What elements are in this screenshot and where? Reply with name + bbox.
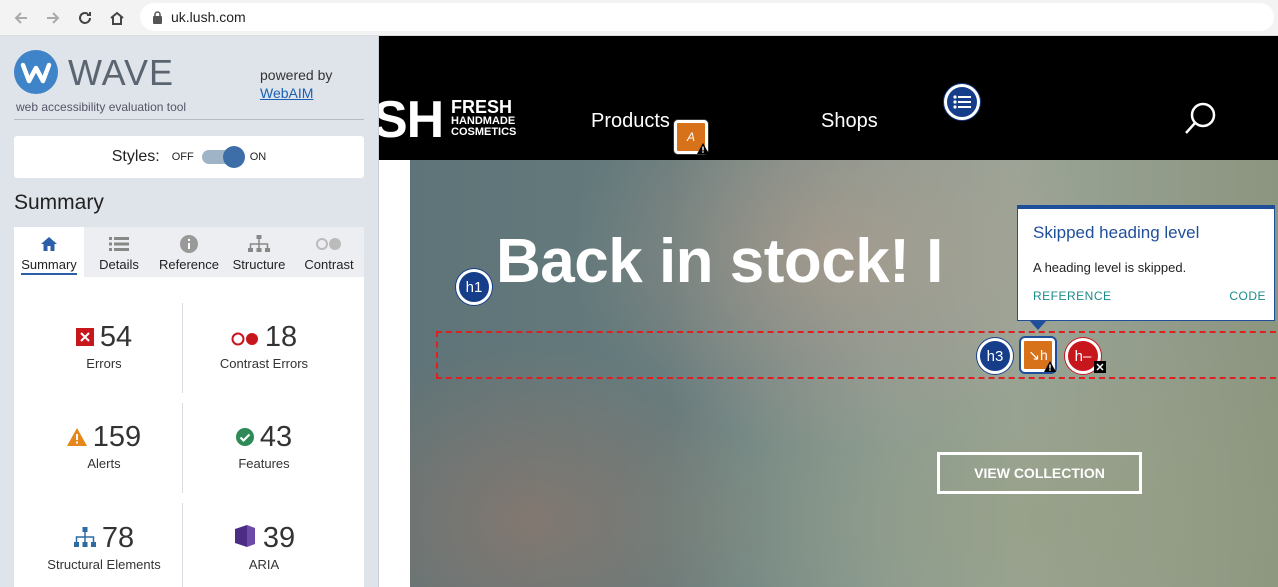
nav-products[interactable]: Products bbox=[591, 110, 670, 133]
structure-icon bbox=[73, 522, 96, 555]
styles-toggle[interactable] bbox=[201, 146, 245, 168]
divider bbox=[14, 119, 364, 120]
tab-details[interactable]: Details bbox=[84, 227, 154, 277]
stat-structural[interactable]: 78 Structural Elements bbox=[24, 522, 184, 572]
tab-label: Details bbox=[99, 257, 139, 272]
stat-errors[interactable]: 54 Errors bbox=[24, 321, 184, 371]
wave-tooltip: Skipped heading level A heading level is… bbox=[1017, 205, 1275, 321]
wave-sidebar: WAVE web accessibility evaluation tool p… bbox=[0, 36, 379, 587]
contrast-errors-label: Contrast Errors bbox=[219, 356, 309, 371]
list-icon bbox=[109, 234, 129, 254]
alert-icon bbox=[66, 421, 87, 454]
hero-title: Back in stock! I bbox=[496, 227, 943, 296]
aria-label: ARIA bbox=[248, 557, 280, 572]
structure-icon bbox=[248, 234, 270, 254]
tooltip-code-link[interactable]: CODE bbox=[1229, 289, 1266, 303]
contrast-errors-count: 18 bbox=[264, 321, 298, 353]
toggle-off-label: OFF bbox=[171, 151, 194, 163]
stat-aria[interactable]: 39 ARIA bbox=[184, 522, 344, 572]
site-logo[interactable]: SH bbox=[379, 90, 444, 150]
empty-heading-outline bbox=[436, 331, 1278, 379]
tab-structure[interactable]: Structure bbox=[224, 227, 294, 277]
tooltip-title: Skipped heading level bbox=[1033, 223, 1200, 242]
tab-label: Structure bbox=[232, 257, 286, 272]
lock-icon bbox=[152, 10, 163, 24]
features-count: 43 bbox=[259, 421, 293, 453]
tab-summary[interactable]: Summary bbox=[14, 227, 84, 277]
wave-tagline: web accessibility evaluation tool bbox=[16, 100, 187, 114]
styles-label: Styles: bbox=[111, 148, 160, 165]
nav-shops[interactable]: Shops bbox=[821, 110, 878, 133]
stat-alerts[interactable]: 159 Alerts bbox=[24, 421, 184, 471]
structural-label: Structural Elements bbox=[47, 557, 161, 572]
home-icon[interactable] bbox=[106, 7, 128, 29]
logo-tagline: FRESH HANDMADE COSMETICS bbox=[451, 98, 516, 138]
search-icon[interactable] bbox=[1184, 102, 1216, 141]
website-content: SH FRESH HANDMADE COSMETICS Products Sho… bbox=[379, 36, 1278, 587]
browser-toolbar: uk.lush.com bbox=[0, 0, 1278, 36]
summary-panel: Summary Details Reference Structure Cont… bbox=[14, 227, 364, 587]
skipped-heading-badge[interactable]: ↘h bbox=[1021, 338, 1056, 375]
alerts-count: 159 bbox=[92, 421, 142, 453]
error-icon bbox=[75, 321, 94, 354]
back-arrow-icon[interactable] bbox=[10, 7, 32, 29]
h3-badge[interactable]: h3 bbox=[977, 338, 1013, 374]
logo-fresh: FRESH bbox=[451, 97, 513, 117]
powered-by: powered by WebAIM bbox=[260, 66, 332, 102]
home-icon bbox=[40, 234, 58, 254]
summary-heading: Summary bbox=[14, 191, 104, 214]
structural-count: 78 bbox=[101, 522, 135, 554]
tooltip-reference-link[interactable]: REFERENCE bbox=[1033, 289, 1112, 303]
empty-heading-badge[interactable]: h– bbox=[1065, 338, 1106, 374]
aria-icon bbox=[233, 522, 257, 555]
alerts-label: Alerts bbox=[87, 456, 121, 471]
reload-icon[interactable] bbox=[74, 7, 96, 29]
tab-contrast[interactable]: Contrast bbox=[294, 227, 364, 277]
forward-arrow-icon[interactable] bbox=[42, 7, 64, 29]
stat-features[interactable]: 43 Features bbox=[184, 421, 344, 471]
contrast-error-icon bbox=[231, 321, 259, 354]
tooltip-arrow bbox=[1029, 320, 1047, 330]
tooltip-body: A heading level is skipped. bbox=[1033, 260, 1187, 275]
errors-count: 54 bbox=[99, 321, 133, 353]
wave-title: WAVE bbox=[68, 52, 175, 93]
webaim-link[interactable]: WebAIM bbox=[260, 85, 313, 101]
toggle-on-label: ON bbox=[249, 151, 267, 163]
list-icon bbox=[953, 95, 971, 109]
logo-cosmetics: COSMETICS bbox=[451, 126, 517, 138]
tab-label: Contrast bbox=[304, 257, 354, 272]
wave-logo-icon bbox=[14, 50, 58, 99]
view-collection-button[interactable]: VIEW COLLECTION bbox=[937, 452, 1142, 494]
aria-count: 39 bbox=[262, 522, 296, 554]
tab-reference[interactable]: Reference bbox=[154, 227, 224, 277]
url-text: uk.lush.com bbox=[171, 9, 246, 25]
wave-alert-badge[interactable]: A bbox=[674, 120, 709, 157]
powered-by-text: powered by bbox=[260, 67, 333, 83]
contrast-icon bbox=[316, 234, 342, 254]
alt-text-icon: A bbox=[686, 130, 695, 144]
wave-tabs: Summary Details Reference Structure Cont… bbox=[14, 227, 364, 277]
address-bar[interactable]: uk.lush.com bbox=[140, 3, 1274, 31]
h1-badge[interactable]: h1 bbox=[456, 269, 492, 305]
site-header: SH FRESH HANDMADE COSMETICS Products Sho… bbox=[379, 36, 1278, 160]
errors-label: Errors bbox=[86, 356, 122, 371]
tab-label: Reference bbox=[159, 257, 219, 272]
wave-list-badge[interactable] bbox=[944, 84, 980, 120]
error-x-icon bbox=[1094, 360, 1106, 377]
features-label: Features bbox=[238, 456, 290, 471]
stat-contrast-errors[interactable]: 18 Contrast Errors bbox=[184, 321, 344, 371]
info-icon bbox=[180, 234, 198, 254]
feature-check-icon bbox=[235, 421, 254, 454]
toggle-knob bbox=[222, 146, 245, 168]
styles-toggle-box: Styles: OFF ON bbox=[14, 136, 364, 178]
tab-label: Summary bbox=[21, 257, 77, 275]
warning-icon bbox=[1044, 359, 1056, 375]
warning-icon bbox=[697, 141, 709, 157]
empty-heading-icon: h– bbox=[1074, 347, 1092, 365]
